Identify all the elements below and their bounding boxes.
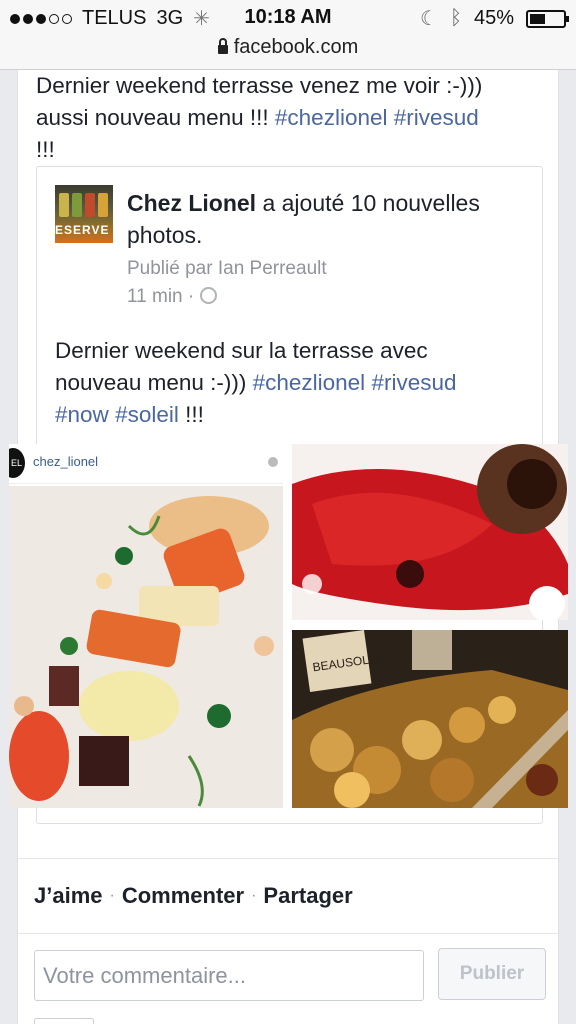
like-link[interactable]: J’aime xyxy=(34,883,103,909)
oysters-illustration: BEAUSOLEIL xyxy=(292,630,568,808)
facebook-mobile-page: Dernier weekend terrasse venez me voir :… xyxy=(0,0,576,1024)
photo-oysters[interactable]: BEAUSOLEIL xyxy=(292,630,568,808)
publish-button[interactable]: Publier xyxy=(438,948,546,1000)
shared-text-suffix: !!! xyxy=(185,402,204,427)
shared-text-line1: Dernier weekend sur la terrasse avec xyxy=(55,338,428,363)
post-text-line2: aussi nouveau menu !!! xyxy=(36,105,275,130)
attachment-box[interactable] xyxy=(34,1018,94,1024)
instagram-header: EL chez_lionel xyxy=(9,444,283,484)
action-bar: J’aime · Commenter · Partager xyxy=(34,883,353,909)
page-avatar[interactable]: ESERVE xyxy=(55,185,113,243)
dish-illustration xyxy=(9,486,283,808)
instagram-username: chez_lionel xyxy=(33,454,99,469)
address-bar[interactable]: facebook.com xyxy=(0,36,576,59)
hashtag-soleil[interactable]: #soleil xyxy=(115,402,179,427)
battery-percent: 45% xyxy=(473,7,514,29)
meta-separator: · xyxy=(187,286,195,307)
hashtag-rivesud-2[interactable]: #rivesud xyxy=(371,370,456,395)
photo-instagram-dish[interactable]: EL chez_lionel xyxy=(9,444,283,808)
dish-image xyxy=(9,486,283,808)
post-time[interactable]: 11 min xyxy=(127,286,183,307)
post-text-line1: Dernier weekend terrasse venez me voir :… xyxy=(36,73,483,98)
published-by-label: Publié par xyxy=(127,258,213,279)
divider xyxy=(18,933,558,934)
clock-icon xyxy=(268,457,278,467)
globe-icon xyxy=(199,287,217,304)
jars-decoration xyxy=(59,193,108,217)
url-text: facebook.com xyxy=(233,36,359,58)
divider xyxy=(18,858,558,859)
bluetooth-icon: ᛒ xyxy=(449,7,462,29)
hashtag-now[interactable]: #now xyxy=(55,402,109,427)
comment-input[interactable] xyxy=(34,950,424,1001)
battery-icon xyxy=(526,9,569,28)
post-text-suffix: !!! xyxy=(36,137,55,162)
instagram-avatar: EL xyxy=(9,448,25,478)
shared-header: Chez Lionel a ajouté 10 nouvelles photos… xyxy=(127,187,527,251)
post-text: Dernier weekend terrasse venez me voir :… xyxy=(36,70,546,166)
shared-text-line2: nouveau menu :-))) xyxy=(55,370,253,395)
shared-text: Dernier weekend sur la terrasse avec nou… xyxy=(55,335,525,431)
share-link[interactable]: Partager xyxy=(263,883,352,909)
page-name-link[interactable]: Chez Lionel xyxy=(127,190,256,216)
moon-icon: ☾ xyxy=(420,8,438,30)
hashtag-rivesud[interactable]: #rivesud xyxy=(394,105,479,130)
photo-dessert[interactable] xyxy=(292,444,568,620)
lock-icon xyxy=(217,38,228,54)
hashtag-chezlionel[interactable]: #chezlionel xyxy=(275,105,388,130)
dessert-illustration xyxy=(292,444,568,620)
avatar-text: ESERVE xyxy=(55,223,110,237)
published-by-name[interactable]: Ian Perreault xyxy=(218,258,327,279)
action-dot: · xyxy=(251,887,257,904)
action-dot: · xyxy=(109,887,115,904)
status-bar: TELUS 3G ✳ 10:18 AM ☾ ᛒ 45% facebook.com xyxy=(0,0,576,70)
hashtag-chezlionel-2[interactable]: #chezlionel xyxy=(253,370,366,395)
comment-link[interactable]: Commenter xyxy=(122,883,244,909)
shared-meta: Publié par Ian Perreault 11 min · xyxy=(127,255,327,311)
